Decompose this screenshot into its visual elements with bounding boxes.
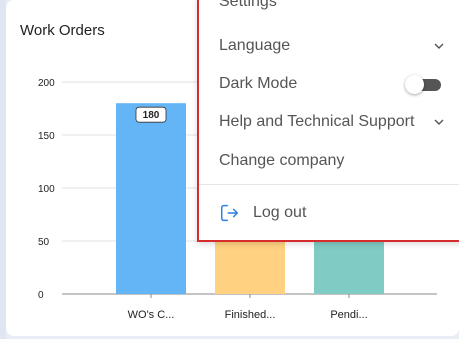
x-tick-label: Finished... [225, 309, 276, 321]
dark-mode-toggle[interactable] [405, 75, 445, 94]
menu-item-label: Language [219, 37, 291, 54]
menu-item-label: Settings [219, 0, 277, 10]
x-tick-label: WO's C... [128, 309, 175, 321]
chevron-down-icon [433, 40, 445, 52]
bar [116, 103, 186, 294]
logout-icon [221, 204, 239, 222]
menu-item-change-company[interactable]: Change company [219, 146, 445, 176]
user-menu-dropdown: Settings Language Dark Mode Help and Tec… [197, 0, 459, 242]
menu-item-label: Dark Mode [219, 75, 298, 92]
logout-label: Log out [253, 204, 307, 221]
y-tick-label: 100 [38, 184, 55, 195]
y-tick-label: 0 [38, 290, 44, 301]
menu-divider [199, 184, 459, 185]
data-label: 180 [143, 110, 160, 121]
y-tick-label: 200 [38, 78, 55, 89]
logout-button[interactable]: Log out [219, 198, 306, 228]
menu-item-language[interactable]: Language [219, 31, 445, 61]
y-tick-label: 50 [38, 237, 50, 248]
chevron-down-icon [433, 116, 445, 128]
menu-item-label: Change company [219, 152, 345, 169]
x-tick-label: Pendi... [330, 309, 367, 321]
bar [314, 240, 384, 294]
toggle-knob [405, 75, 424, 94]
menu-item-settings[interactable]: Settings [219, 0, 445, 17]
menu-item-dark-mode: Dark Mode [219, 69, 445, 99]
menu-item-help[interactable]: Help and Technical Support [219, 107, 445, 137]
bar [215, 240, 285, 294]
menu-item-label: Help and Technical Support [219, 113, 415, 130]
y-tick-label: 150 [38, 131, 55, 142]
